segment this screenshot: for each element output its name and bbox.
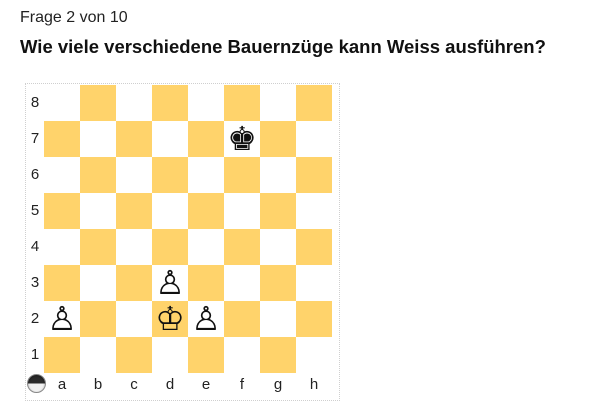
square-a2[interactable]: ♙ <box>44 301 80 337</box>
square-b6[interactable] <box>80 157 116 193</box>
chessboard[interactable]: ♚ ♙ ♙ ♔ ♙ <box>44 85 332 373</box>
square-a7[interactable] <box>44 121 80 157</box>
square-h4[interactable] <box>296 229 332 265</box>
white-pawn-icon[interactable]: ♙ <box>191 301 221 337</box>
square-a3[interactable] <box>44 265 80 301</box>
square-e7[interactable] <box>188 121 224 157</box>
square-e3[interactable] <box>188 265 224 301</box>
square-a1[interactable] <box>44 337 80 373</box>
file-label: h <box>309 376 319 393</box>
square-f1[interactable] <box>224 337 260 373</box>
white-pawn-icon[interactable]: ♙ <box>47 301 77 337</box>
square-f7[interactable]: ♚ <box>224 121 260 157</box>
rank-label: 2 <box>30 310 40 327</box>
square-a5[interactable] <box>44 193 80 229</box>
file-label: f <box>239 376 245 393</box>
black-king-icon[interactable]: ♚ <box>227 121 257 157</box>
file-label: c <box>130 376 138 393</box>
rank-label: 8 <box>30 94 40 111</box>
square-c5[interactable] <box>116 193 152 229</box>
square-c6[interactable] <box>116 157 152 193</box>
square-h7[interactable] <box>296 121 332 157</box>
square-a4[interactable] <box>44 229 80 265</box>
question-counter: Frage 2 von 10 <box>20 9 128 26</box>
rank-label: 6 <box>30 166 40 183</box>
square-g7[interactable] <box>260 121 296 157</box>
square-e6[interactable] <box>188 157 224 193</box>
square-d2[interactable]: ♔ <box>152 301 188 337</box>
square-h6[interactable] <box>296 157 332 193</box>
square-g2[interactable] <box>260 301 296 337</box>
square-h3[interactable] <box>296 265 332 301</box>
square-d6[interactable] <box>152 157 188 193</box>
square-d5[interactable] <box>152 193 188 229</box>
square-e8[interactable] <box>188 85 224 121</box>
square-d4[interactable] <box>152 229 188 265</box>
square-c8[interactable] <box>116 85 152 121</box>
square-h2[interactable] <box>296 301 332 337</box>
square-b7[interactable] <box>80 121 116 157</box>
square-g8[interactable] <box>260 85 296 121</box>
square-g6[interactable] <box>260 157 296 193</box>
square-e1[interactable] <box>188 337 224 373</box>
square-d8[interactable] <box>152 85 188 121</box>
square-b2[interactable] <box>80 301 116 337</box>
square-g5[interactable] <box>260 193 296 229</box>
square-c7[interactable] <box>116 121 152 157</box>
square-h5[interactable] <box>296 193 332 229</box>
square-f6[interactable] <box>224 157 260 193</box>
square-f8[interactable] <box>224 85 260 121</box>
square-h1[interactable] <box>296 337 332 373</box>
square-c1[interactable] <box>116 337 152 373</box>
square-e5[interactable] <box>188 193 224 229</box>
square-g3[interactable] <box>260 265 296 301</box>
square-a6[interactable] <box>44 157 80 193</box>
file-label: d <box>165 376 175 393</box>
square-b4[interactable] <box>80 229 116 265</box>
square-b3[interactable] <box>80 265 116 301</box>
rank-label: 1 <box>30 346 40 363</box>
square-c2[interactable] <box>116 301 152 337</box>
square-g1[interactable] <box>260 337 296 373</box>
rank-label: 7 <box>30 130 40 147</box>
white-king-icon[interactable]: ♔ <box>155 301 185 337</box>
square-c4[interactable] <box>116 229 152 265</box>
white-pawn-icon[interactable]: ♙ <box>155 265 185 301</box>
square-f5[interactable] <box>224 193 260 229</box>
file-label: b <box>93 376 103 393</box>
rank-label: 3 <box>30 274 40 291</box>
square-b8[interactable] <box>80 85 116 121</box>
square-a8[interactable] <box>44 85 80 121</box>
square-e2[interactable]: ♙ <box>188 301 224 337</box>
square-b5[interactable] <box>80 193 116 229</box>
rank-label: 5 <box>30 202 40 219</box>
square-f2[interactable] <box>224 301 260 337</box>
file-label: g <box>273 376 283 393</box>
turn-indicator-icon <box>27 374 46 393</box>
file-label: e <box>201 376 211 393</box>
square-h8[interactable] <box>296 85 332 121</box>
square-d1[interactable] <box>152 337 188 373</box>
square-f4[interactable] <box>224 229 260 265</box>
square-e4[interactable] <box>188 229 224 265</box>
square-c3[interactable] <box>116 265 152 301</box>
question-text: Wie viele verschiedene Bauernzüge kann W… <box>20 36 546 57</box>
square-d7[interactable] <box>152 121 188 157</box>
file-label: a <box>57 376 67 393</box>
square-d3[interactable]: ♙ <box>152 265 188 301</box>
square-b1[interactable] <box>80 337 116 373</box>
square-f3[interactable] <box>224 265 260 301</box>
rank-label: 4 <box>30 238 40 255</box>
square-g4[interactable] <box>260 229 296 265</box>
